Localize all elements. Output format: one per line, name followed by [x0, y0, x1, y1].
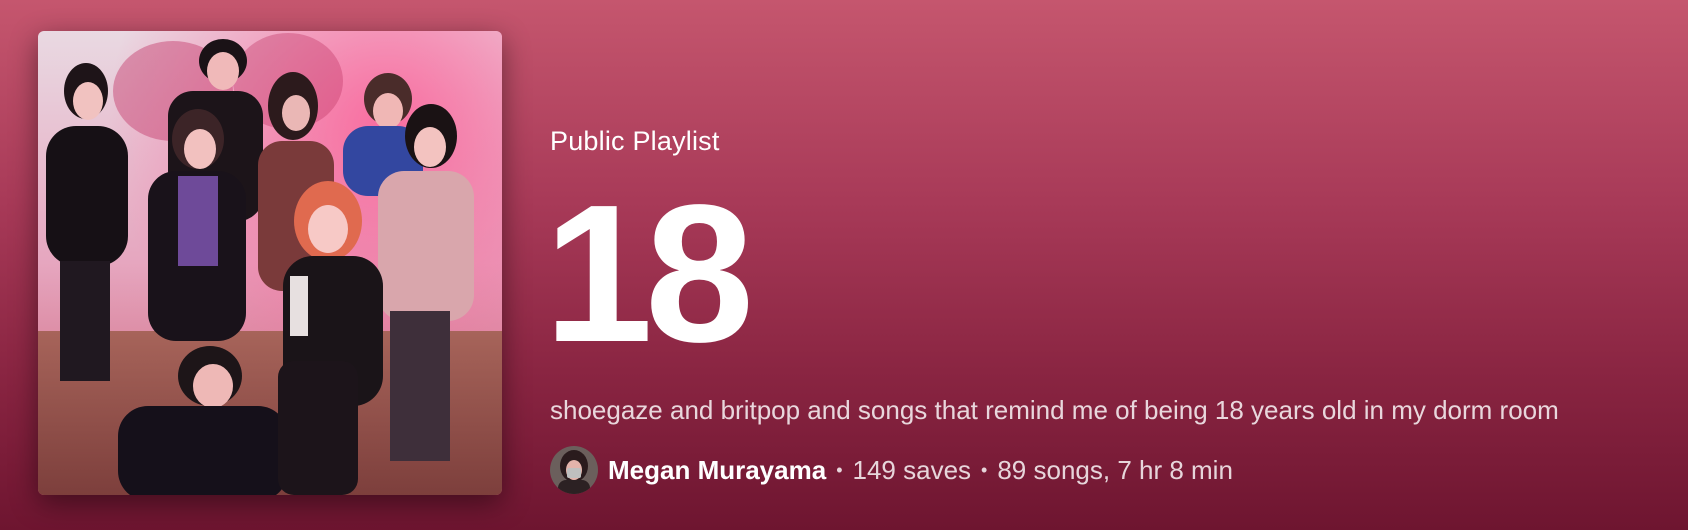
songs-duration: 89 songs, 7 hr 8 min: [997, 454, 1233, 485]
meta-separator: •: [981, 459, 988, 480]
playlist-description: shoegaze and britpop and songs that remi…: [550, 395, 1559, 425]
meta-separator: •: [836, 459, 843, 480]
playlist-meta: Megan Murayama • 149 saves • 89 songs, 7…: [550, 446, 1233, 494]
owner-avatar[interactable]: [550, 446, 598, 494]
playlist-cover-image[interactable]: [38, 31, 502, 495]
saves-count: 149 saves: [852, 454, 972, 485]
owner-name-link[interactable]: Megan Murayama: [608, 455, 826, 486]
cover-photo-icon: [38, 31, 502, 495]
playlist-info: Public Playlist 18 shoegaze and britpop …: [544, 0, 1668, 530]
playlist-title: 18: [544, 164, 754, 383]
playlist-type-label: Public Playlist: [550, 126, 720, 156]
avatar-photo-icon: [550, 446, 598, 494]
playlist-header: Public Playlist 18 shoegaze and britpop …: [0, 0, 1688, 530]
